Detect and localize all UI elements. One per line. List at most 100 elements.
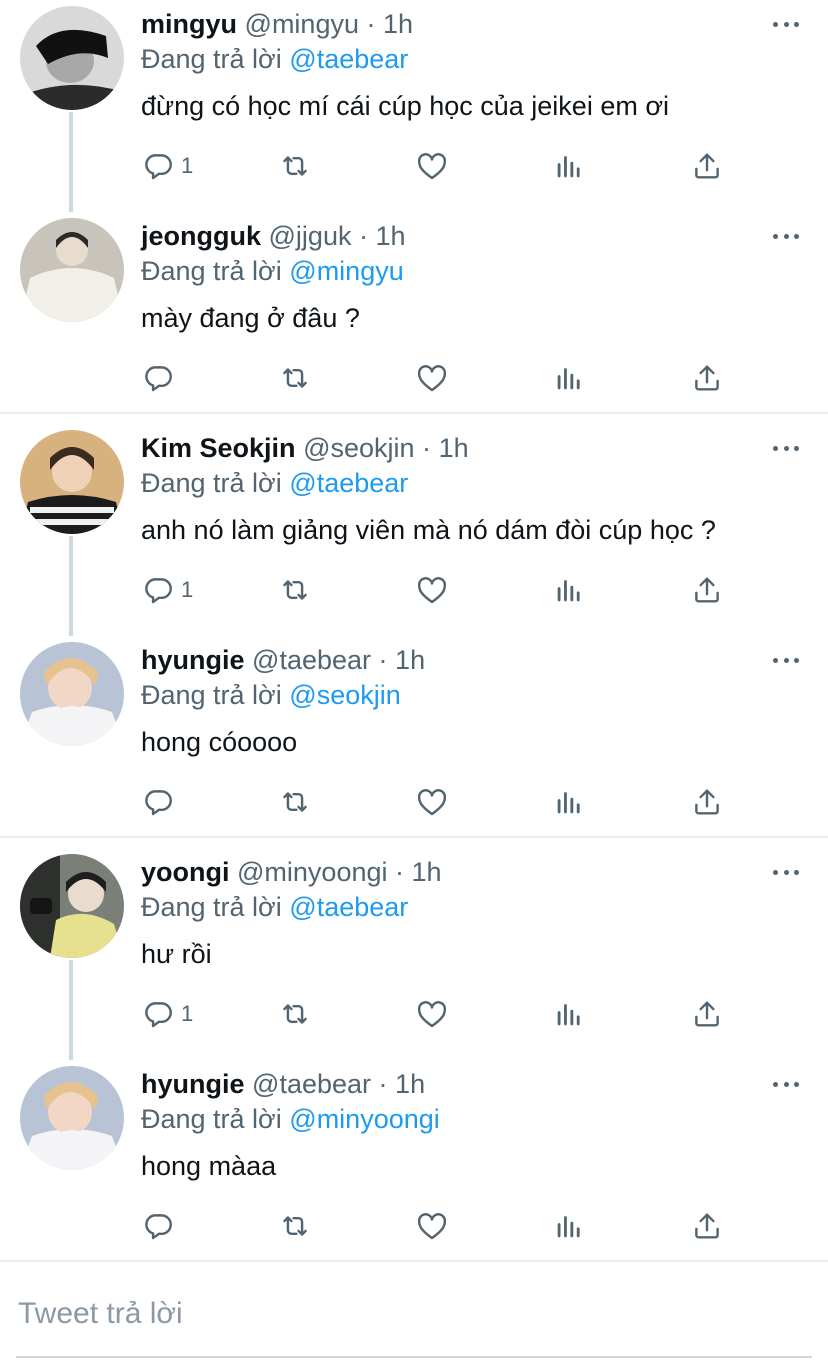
reply-button[interactable]: 1 — [141, 570, 193, 610]
retweet-button[interactable] — [278, 994, 312, 1034]
retweet-button[interactable] — [278, 358, 312, 398]
reply-icon — [145, 578, 172, 604]
analytics-button[interactable] — [552, 994, 586, 1034]
reply-icon — [145, 366, 172, 392]
reply-input[interactable] — [18, 1292, 808, 1336]
mention-link[interactable]: @mingyu — [289, 256, 403, 286]
mention-link[interactable]: @taebear — [289, 44, 408, 74]
avatar[interactable] — [20, 430, 124, 534]
mention-link[interactable]: @minyoongi — [289, 1104, 439, 1134]
tweet[interactable]: hyungie @taebear · 1h Đang trả lời @miny… — [0, 1060, 828, 1272]
share-button[interactable] — [690, 146, 724, 186]
replying-prefix: Đang trả lời — [141, 256, 282, 286]
username[interactable]: @seokjin — [303, 433, 414, 463]
analytics-button[interactable] — [552, 782, 586, 822]
reply-count: 1 — [181, 1001, 194, 1026]
display-name[interactable]: hyungie — [141, 645, 245, 675]
timestamp[interactable]: 1h — [395, 1069, 425, 1099]
replying-prefix: Đang trả lời — [141, 892, 282, 922]
like-button[interactable] — [415, 994, 449, 1034]
share-button[interactable] — [690, 994, 724, 1034]
username[interactable]: @jjguk — [269, 221, 352, 251]
like-button[interactable] — [415, 146, 449, 186]
more-icon[interactable] — [770, 648, 802, 672]
action-bar — [0, 1206, 828, 1246]
analytics-icon — [557, 580, 580, 602]
timestamp[interactable]: 1h — [383, 9, 413, 39]
username[interactable]: @mingyu — [245, 9, 359, 39]
avatar[interactable] — [20, 642, 124, 746]
more-icon[interactable] — [770, 860, 802, 884]
reply-button[interactable] — [141, 782, 181, 822]
tweet[interactable]: mingyu @mingyu · 1h Đang trả lời @taebea… — [0, 0, 828, 212]
mention-link[interactable]: @seokjin — [289, 680, 400, 710]
username[interactable]: @minyoongi — [237, 857, 387, 887]
tweet[interactable]: Kim Seokjin @seokjin · 1h Đang trả lời @… — [0, 424, 828, 636]
reply-button[interactable]: 1 — [141, 994, 193, 1034]
analytics-button[interactable] — [552, 1206, 586, 1246]
more-icon[interactable] — [770, 436, 802, 460]
analytics-button[interactable] — [552, 570, 586, 610]
display-name[interactable]: Kim Seokjin — [141, 433, 296, 463]
reply-button[interactable] — [141, 1206, 181, 1246]
avatar[interactable] — [20, 1066, 124, 1170]
display-name[interactable]: hyungie — [141, 1069, 245, 1099]
replying-to: Đang trả lời @seokjin — [141, 679, 401, 711]
replying-prefix: Đang trả lời — [141, 1104, 282, 1134]
more-icon[interactable] — [770, 224, 802, 248]
action-bar — [0, 782, 828, 822]
more-icon[interactable] — [770, 1072, 802, 1096]
display-name[interactable]: jeongguk — [141, 221, 261, 251]
tweet-text: anh nó làm giảng viên mà nó dám đòi cúp … — [141, 515, 716, 545]
reply-button[interactable] — [141, 358, 181, 398]
like-icon — [417, 1213, 447, 1240]
mention-link[interactable]: @taebear — [289, 468, 408, 498]
like-icon — [417, 1001, 447, 1028]
tweet-header: hyungie @taebear · 1h — [141, 644, 425, 676]
tweet[interactable]: jeongguk @jjguk · 1h Đang trả lời @mingy… — [0, 212, 828, 424]
composer-underline — [16, 1356, 812, 1358]
tweet-text: đừng có học mí cái cúp học của jeikei em… — [141, 91, 670, 121]
share-button[interactable] — [690, 358, 724, 398]
reply-button[interactable]: 1 — [141, 146, 193, 186]
avatar[interactable] — [20, 218, 124, 322]
username[interactable]: @taebear — [252, 645, 371, 675]
share-button[interactable] — [690, 782, 724, 822]
tweet[interactable]: yoongi @minyoongi · 1h Đang trả lời @tae… — [0, 848, 828, 1060]
avatar[interactable] — [20, 854, 124, 958]
tweet-text: hong cóoooo — [141, 727, 298, 757]
like-button[interactable] — [415, 782, 449, 822]
analytics-button[interactable] — [552, 358, 586, 398]
timestamp[interactable]: 1h — [439, 433, 469, 463]
mention-link[interactable]: @taebear — [289, 892, 408, 922]
separator: · — [378, 1069, 388, 1099]
retweet-button[interactable] — [278, 1206, 312, 1246]
retweet-button[interactable] — [278, 782, 312, 822]
like-icon — [417, 789, 447, 816]
like-button[interactable] — [415, 1206, 449, 1246]
thread-divider — [0, 412, 828, 414]
reply-icon — [145, 790, 172, 816]
retweet-button[interactable] — [278, 146, 312, 186]
like-button[interactable] — [415, 570, 449, 610]
tweet[interactable]: hyungie @taebear · 1h Đang trả lời @seok… — [0, 636, 828, 848]
share-button[interactable] — [690, 570, 724, 610]
display-name[interactable]: mingyu — [141, 9, 237, 39]
avatar[interactable] — [20, 6, 124, 110]
username[interactable]: @taebear — [252, 1069, 371, 1099]
reply-icon — [145, 154, 172, 180]
action-bar: 1 — [0, 994, 828, 1034]
tweet-text: mày đang ở đâu ? — [141, 303, 360, 333]
analytics-icon — [557, 368, 580, 390]
timestamp[interactable]: 1h — [395, 645, 425, 675]
display-name[interactable]: yoongi — [141, 857, 230, 887]
like-button[interactable] — [415, 358, 449, 398]
share-button[interactable] — [690, 1206, 724, 1246]
timestamp[interactable]: 1h — [412, 857, 442, 887]
timestamp[interactable]: 1h — [376, 221, 406, 251]
analytics-button[interactable] — [552, 146, 586, 186]
action-bar: 1 — [0, 570, 828, 610]
replying-prefix: Đang trả lời — [141, 468, 282, 498]
more-icon[interactable] — [770, 12, 802, 36]
retweet-button[interactable] — [278, 570, 312, 610]
